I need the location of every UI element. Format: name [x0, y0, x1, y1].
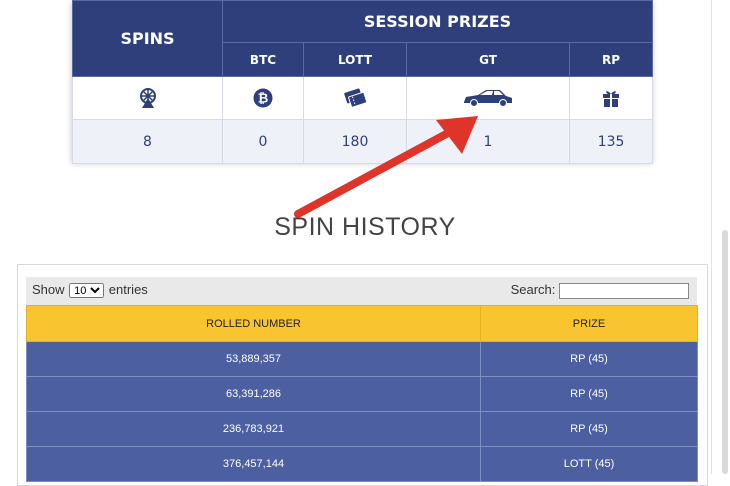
- col-prize[interactable]: PRIZE: [480, 305, 698, 342]
- table-row: 376,457,144 LOTT (45): [26, 446, 698, 482]
- entries-control: Show 10 entries: [32, 282, 148, 299]
- lott-value: 180: [303, 119, 407, 164]
- table-row: 236,783,921 RP (45): [26, 411, 698, 447]
- prize-cell: RP (45): [480, 341, 698, 377]
- car-icon: [462, 88, 514, 107]
- spins-header: SPINS: [72, 0, 223, 77]
- entries-label: entries: [108, 282, 148, 297]
- svg-text:₿: ₿: [258, 92, 269, 107]
- rolled-number-cell: 53,889,357: [26, 341, 481, 377]
- search-label: Search:: [510, 282, 556, 297]
- col-lott: LOTT: [303, 42, 407, 77]
- table-controls: Show 10 entries Search:: [26, 277, 697, 305]
- prize-cell: RP (45): [480, 376, 698, 412]
- spin-history-heading: SPIN HISTORY: [274, 213, 456, 241]
- table-row: 53,889,357 RP (45): [26, 341, 698, 377]
- search-input[interactable]: [559, 282, 689, 299]
- gift-icon: [601, 88, 621, 108]
- session-prizes-table: SPINS SESSION PRIZES BTC LOTT GT RP ₿ 8 …: [72, 0, 654, 164]
- spin-history-table: ROLLED NUMBER PRIZE 53,889,357 RP (45) 6…: [26, 305, 698, 482]
- col-gt: GT: [406, 42, 570, 77]
- rolled-number-cell: 236,783,921: [26, 411, 481, 447]
- gt-value: 1: [406, 119, 570, 164]
- bitcoin-icon: ₿: [253, 88, 273, 108]
- prize-cell: RP (45): [480, 411, 698, 447]
- entries-select[interactable]: 10: [69, 283, 105, 299]
- table-row: 63,391,286 RP (45): [26, 376, 698, 412]
- col-btc: BTC: [222, 42, 304, 77]
- rp-value: 135: [568, 119, 654, 164]
- rolled-number-cell: 63,391,286: [26, 376, 481, 412]
- col-rolled-number[interactable]: ROLLED NUMBER: [26, 305, 481, 342]
- tickets-icon: [343, 88, 367, 108]
- search-control: Search:: [511, 282, 689, 299]
- spins-value: 8: [72, 119, 223, 164]
- wheel-icon: [137, 88, 159, 108]
- session-prizes-card: SPINS SESSION PRIZES BTC LOTT GT RP ₿ 8 …: [72, 0, 654, 164]
- scrollbar[interactable]: [722, 230, 728, 474]
- session-prizes-title: SESSION PRIZES: [221, 0, 654, 43]
- show-label: Show: [32, 282, 65, 297]
- prize-cell: LOTT (45): [480, 446, 698, 482]
- rolled-number-cell: 376,457,144: [26, 446, 481, 482]
- col-rp: RP: [568, 42, 654, 77]
- spin-history-panel: Show 10 entries Search: ROLLED NUMBER PR…: [17, 264, 708, 486]
- btc-value: 0: [222, 119, 304, 164]
